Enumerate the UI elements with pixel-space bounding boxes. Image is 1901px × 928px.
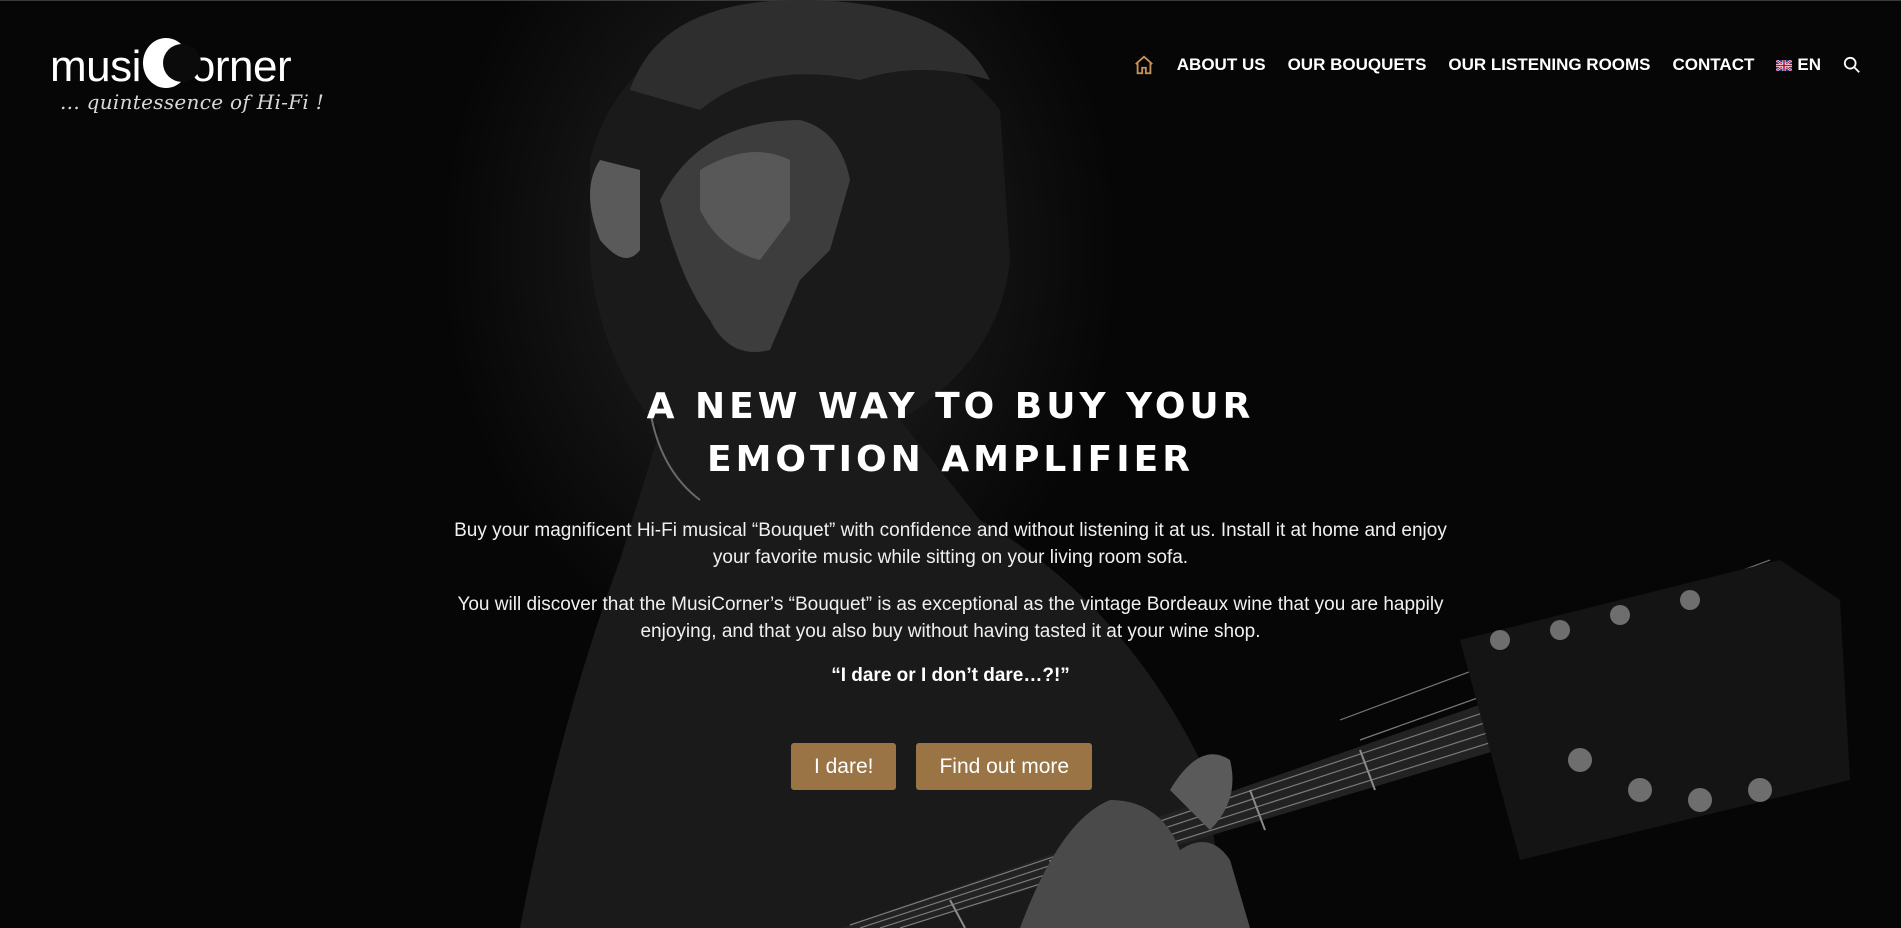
cta-row: I dare! Find out more: [0, 743, 1901, 790]
hero-paragraph-2: You will discover that the MusiCorner’s …: [457, 594, 1444, 642]
hero-section: musi orner ... quintessence of Hi-Fi ! AB…: [0, 0, 1901, 928]
nav-item-our-bouquets[interactable]: OUR BOUQUETS: [1288, 55, 1427, 75]
hero-paragraph-1: Buy your magnificent Hi-Fi musical “Bouq…: [454, 520, 1447, 568]
language-switcher[interactable]: EN: [1776, 55, 1821, 75]
logo-wordmark: musi orner: [50, 38, 292, 92]
hero-title-line1: A NEW WAY TO BUY YOUR: [646, 386, 1255, 427]
logo-tagline: ... quintessence of Hi-Fi !: [60, 90, 325, 114]
find-out-more-button[interactable]: Find out more: [916, 743, 1093, 790]
logo[interactable]: musi orner ... quintessence of Hi-Fi !: [50, 20, 330, 120]
home-icon[interactable]: [1133, 54, 1155, 76]
nav-item-our-listening-rooms[interactable]: OUR LISTENING ROOMS: [1448, 55, 1650, 75]
language-label: EN: [1797, 55, 1821, 74]
uk-flag-icon: [1776, 59, 1793, 71]
hero-title-line2: EMOTION AMPLIFIER: [707, 439, 1194, 480]
nav-item-contact[interactable]: CONTACT: [1673, 55, 1755, 75]
hero-quote: “I dare or I don’t dare…?!”: [831, 665, 1070, 686]
logo-wordmark-left: musi: [50, 42, 141, 91]
hero-title: A NEW WAY TO BUY YOUR EMOTION AMPLIFIER: [0, 380, 1901, 486]
hero-content: A NEW WAY TO BUY YOUR EMOTION AMPLIFIER …: [0, 380, 1901, 790]
nav-item-about-us[interactable]: ABOUT US: [1177, 55, 1266, 75]
main-nav: ABOUT US OUR BOUQUETS OUR LISTENING ROOM…: [1133, 52, 1861, 78]
i-dare-button[interactable]: I dare!: [790, 743, 897, 790]
logo-wordmark-right: orner: [190, 42, 292, 91]
logo-c-mark: [142, 38, 201, 90]
search-icon[interactable]: [1843, 56, 1861, 74]
